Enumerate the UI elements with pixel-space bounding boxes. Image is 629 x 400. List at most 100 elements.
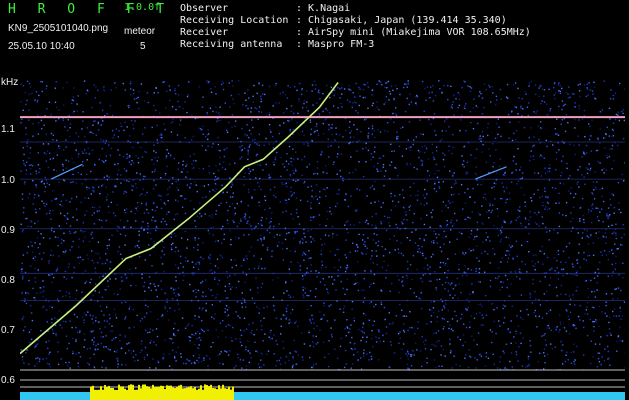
noise-dot <box>331 236 334 238</box>
noise-dot <box>34 277 36 279</box>
noise-dot <box>384 86 386 89</box>
power-bar <box>214 388 216 400</box>
noise-dot <box>352 363 354 365</box>
noise-dot <box>264 195 266 198</box>
noise-dot <box>245 306 247 308</box>
noise-dot <box>126 343 128 345</box>
noise-dot <box>206 111 208 114</box>
noise-dot <box>396 131 398 133</box>
noise-dot <box>568 295 571 297</box>
noise-dot <box>597 237 599 239</box>
noise-dot <box>545 206 547 208</box>
noise-dot <box>86 186 88 188</box>
noise-dot <box>617 182 620 184</box>
noise-dot <box>537 360 540 363</box>
noise-dot <box>228 285 230 288</box>
noise-dot <box>194 315 196 317</box>
noise-dot <box>225 325 227 328</box>
noise-dot <box>207 229 209 232</box>
noise-dot <box>41 90 43 93</box>
noise-dot <box>97 121 100 124</box>
noise-dot <box>143 316 146 318</box>
noise-dot <box>295 208 298 211</box>
noise-dot <box>539 155 541 158</box>
noise-dot <box>446 276 448 279</box>
noise-dot <box>280 318 282 320</box>
noise-dot <box>516 315 518 317</box>
noise-dot <box>163 356 165 358</box>
noise-dot <box>109 349 111 351</box>
noise-dot <box>572 266 574 268</box>
noise-dot <box>324 119 327 121</box>
noise-dot <box>550 329 552 332</box>
noise-dot <box>170 243 173 246</box>
noise-dot <box>310 229 312 231</box>
noise-dot <box>503 191 505 193</box>
noise-dot <box>449 241 451 243</box>
noise-dot <box>260 258 262 260</box>
noise-dot <box>478 260 480 262</box>
noise-dot <box>30 338 33 340</box>
noise-dot <box>84 339 86 341</box>
noise-dot <box>187 260 189 262</box>
noise-dot <box>45 133 47 135</box>
noise-dot <box>87 311 89 313</box>
noise-dot <box>328 112 331 114</box>
noise-dot <box>430 211 432 214</box>
power-bar <box>178 385 180 400</box>
noise-dot <box>66 81 68 84</box>
noise-dot <box>555 92 557 94</box>
noise-dot <box>312 366 314 369</box>
noise-dot <box>458 263 460 266</box>
noise-dot <box>464 202 467 204</box>
noise-dot <box>147 212 150 214</box>
noise-dot <box>454 310 456 313</box>
noise-dot <box>102 183 104 186</box>
noise-dot <box>41 200 43 202</box>
noise-dot <box>236 225 239 228</box>
noise-dot <box>339 345 342 347</box>
noise-dot <box>86 188 88 191</box>
noise-dot <box>615 113 618 116</box>
noise-dot <box>290 186 292 188</box>
noise-dot <box>508 192 511 194</box>
noise-dot <box>360 339 362 342</box>
noise-dot <box>318 202 321 205</box>
noise-dot <box>57 351 59 353</box>
noise-dot <box>219 362 221 364</box>
noise-dot <box>553 257 556 259</box>
noise-dot <box>397 248 399 250</box>
noise-dot <box>452 288 455 290</box>
noise-dot <box>232 85 234 87</box>
noise-dot <box>530 127 532 129</box>
noise-dot <box>321 151 323 153</box>
noise-dot <box>276 360 278 362</box>
noise-dot <box>552 144 554 146</box>
noise-dot <box>90 193 92 195</box>
noise-dot <box>195 291 197 294</box>
noise-dot <box>328 340 330 342</box>
noise-dot <box>216 293 218 296</box>
noise-dot <box>133 92 135 95</box>
noise-dot <box>424 87 426 90</box>
noise-dot <box>433 359 436 361</box>
noise-dot <box>582 214 584 217</box>
noise-dot <box>566 310 568 312</box>
noise-dot <box>47 166 50 169</box>
noise-dot <box>610 204 612 206</box>
power-bar <box>436 396 438 400</box>
noise-dot <box>581 174 583 176</box>
noise-dot <box>576 262 579 264</box>
noise-dot <box>409 288 412 290</box>
noise-dot <box>423 151 426 154</box>
noise-dot <box>246 124 248 126</box>
noise-dot <box>610 334 612 336</box>
noise-dot <box>215 296 217 299</box>
noise-dot <box>149 367 151 369</box>
noise-dot <box>310 270 312 272</box>
noise-dot <box>301 254 304 256</box>
noise-dot <box>256 164 259 166</box>
noise-dot <box>461 233 463 235</box>
noise-dot <box>263 307 265 309</box>
noise-dot <box>258 366 261 369</box>
